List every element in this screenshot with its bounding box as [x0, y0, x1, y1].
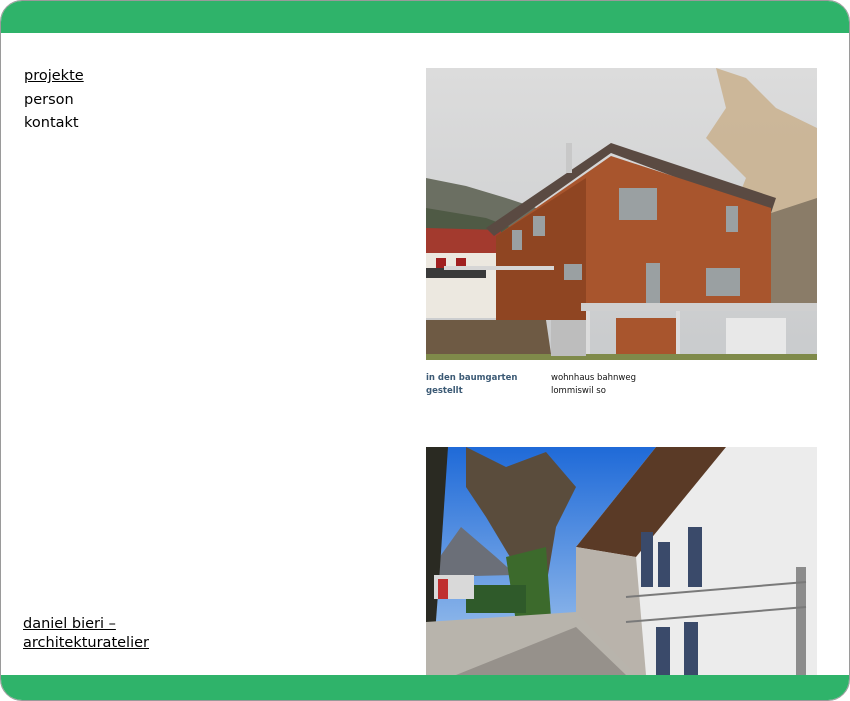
site-name-link[interactable]: daniel bieri – architekturatelier	[23, 615, 149, 653]
main-nav: projekte person kontakt	[24, 65, 84, 136]
project-subtitle-line1: wohnhaus bahnweg	[551, 373, 636, 383]
nav-link-person[interactable]: person	[24, 89, 84, 113]
page-frame: projekte person kontakt daniel bieri – a…	[0, 0, 850, 701]
project-subtitle: wohnhaus bahnweg lommiswil so	[551, 372, 636, 398]
site-name-line2: architekturatelier	[23, 635, 149, 651]
project-image-courtyard[interactable]	[426, 447, 817, 675]
site-name-line1: daniel bieri –	[23, 616, 116, 632]
project-card-2[interactable]	[426, 447, 817, 675]
project-caption-1: in den baumgarten gestellt wohnhaus bahn…	[426, 372, 817, 412]
project-title[interactable]: in den baumgarten gestellt	[426, 372, 536, 398]
bottom-bar	[1, 675, 849, 700]
project-subtitle-line2: lommiswil so	[551, 386, 606, 396]
project-card-1[interactable]: in den baumgarten gestellt wohnhaus bahn…	[426, 68, 817, 412]
nav-link-kontakt[interactable]: kontakt	[24, 112, 84, 136]
project-image-house[interactable]	[426, 68, 817, 360]
top-bar	[1, 1, 849, 33]
nav-link-projekte[interactable]: projekte	[24, 65, 84, 89]
